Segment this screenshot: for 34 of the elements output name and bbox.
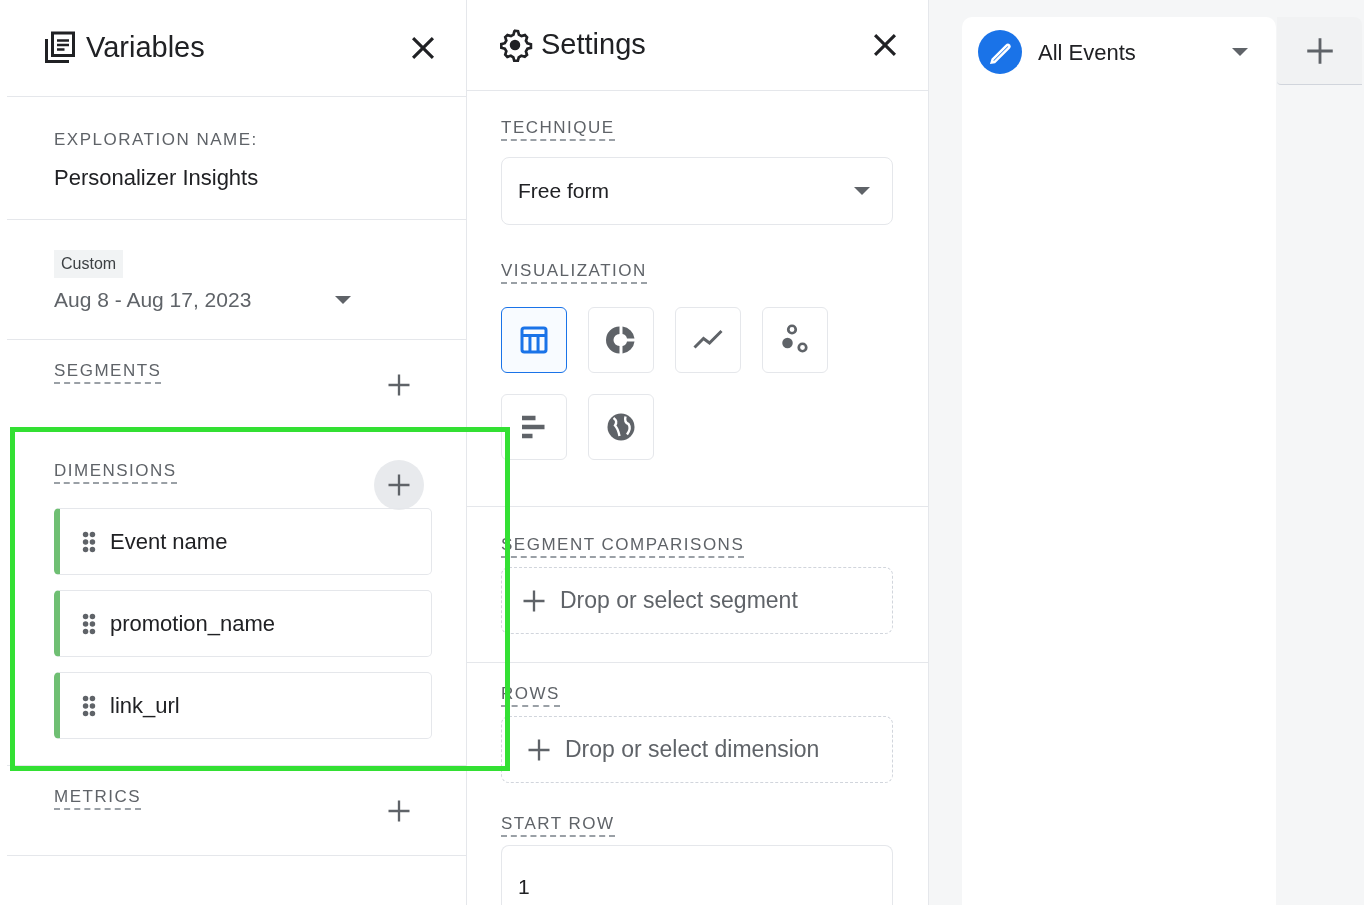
technique-dropdown[interactable]: Free form bbox=[501, 157, 893, 225]
panel-title: Settings bbox=[541, 27, 646, 63]
dimension-name: link_url bbox=[110, 692, 180, 720]
date-range-dropdown[interactable]: Aug 8 - Aug 17, 2023 bbox=[54, 284, 351, 316]
dimension-name: Event name bbox=[110, 528, 228, 556]
dimension-name: promotion_name bbox=[110, 610, 276, 638]
drop-zone[interactable]: Drop or select segment bbox=[501, 567, 893, 634]
dimension-chip[interactable]: promotion_name bbox=[54, 590, 432, 657]
section-label[interactable]: VISUALIZATION bbox=[501, 260, 647, 284]
section-label[interactable]: START ROW bbox=[501, 813, 615, 837]
visualization-option[interactable] bbox=[501, 307, 567, 373]
section-label[interactable]: DIMENSIONS bbox=[54, 460, 177, 484]
section-label[interactable]: SEGMENTS bbox=[54, 360, 162, 384]
panel-title: Variables bbox=[86, 30, 205, 66]
date-preset-badge: Custom bbox=[54, 250, 124, 278]
section-label[interactable]: TECHNIQUE bbox=[501, 117, 615, 141]
drag-handle-icon[interactable] bbox=[82, 694, 96, 717]
drag-handle-icon[interactable] bbox=[82, 612, 96, 635]
section-label[interactable]: METRICS bbox=[54, 786, 141, 810]
caret-icon bbox=[335, 295, 351, 304]
start-row-field[interactable]: 1 bbox=[501, 845, 893, 905]
settings-icon bbox=[497, 27, 533, 63]
dimension-chip[interactable]: Event name bbox=[54, 508, 432, 575]
drag-handle-icon[interactable] bbox=[82, 530, 96, 553]
exploration-name[interactable]: Personalizer Insights bbox=[54, 160, 259, 194]
pencil-icon bbox=[978, 30, 1022, 74]
field-label: EXPLORATION NAME: bbox=[54, 129, 258, 151]
segment-tab[interactable]: All Events bbox=[962, 17, 1276, 87]
add-icon[interactable] bbox=[374, 460, 424, 510]
caret-icon bbox=[854, 187, 870, 195]
drop-zone[interactable]: Drop or select dimension bbox=[501, 716, 893, 783]
caret-icon bbox=[1232, 48, 1248, 56]
dimension-chip[interactable]: link_url bbox=[54, 672, 432, 739]
document-stack-icon bbox=[42, 30, 78, 66]
